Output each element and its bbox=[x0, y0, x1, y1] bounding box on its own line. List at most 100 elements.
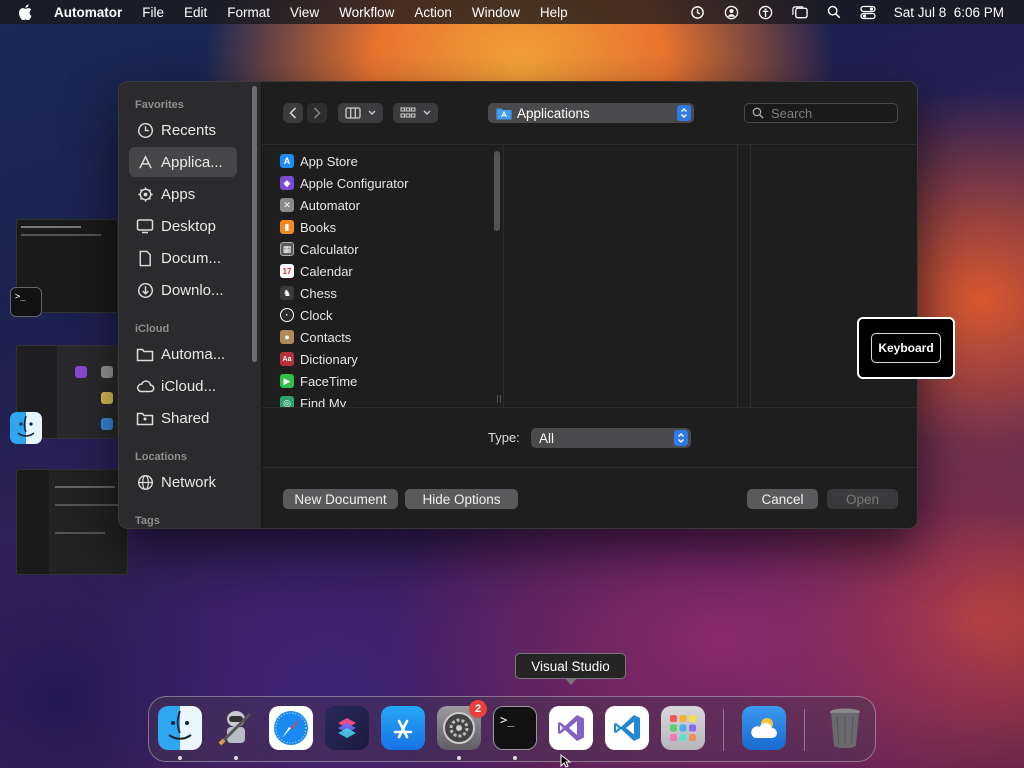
menu-clock[interactable]: Sat Jul 8 6:06 PM bbox=[894, 5, 1004, 20]
thumb-content-lines bbox=[21, 234, 101, 236]
search-field[interactable]: Search bbox=[744, 103, 898, 123]
sidebar-item-recents[interactable]: Recents bbox=[129, 115, 237, 145]
thumb-content-lines bbox=[55, 532, 105, 534]
forward-button[interactable] bbox=[307, 103, 327, 123]
dock-automator-icon[interactable] bbox=[214, 706, 258, 750]
sidebar-item-icloud-drive[interactable]: iCloud... bbox=[129, 371, 237, 401]
column-divider bbox=[737, 145, 738, 407]
sidebar-item-label: Automa... bbox=[161, 345, 226, 363]
dock-finder-icon[interactable] bbox=[158, 706, 202, 750]
column-view-button[interactable] bbox=[338, 103, 383, 123]
menu-format[interactable]: Format bbox=[217, 5, 280, 20]
sidebar-item-downloads[interactable]: Downlo... bbox=[129, 275, 237, 305]
type-popup[interactable]: All bbox=[531, 428, 691, 448]
stage-manager-icon[interactable] bbox=[792, 4, 808, 20]
sidebar-item-apps[interactable]: Apps bbox=[129, 179, 237, 209]
list-item-label: Contacts bbox=[300, 329, 352, 345]
thumb-icon bbox=[101, 392, 113, 404]
sidebar-item-network[interactable]: Network bbox=[129, 467, 237, 497]
list-item-apple-configurator[interactable]: ◆ Apple Configurator bbox=[262, 172, 499, 194]
menu-edit[interactable]: Edit bbox=[174, 5, 217, 20]
sidebar-scrollbar[interactable] bbox=[252, 86, 257, 362]
stage-terminal-app-icon[interactable]: >_ bbox=[10, 287, 42, 317]
open-file-dialog: Favorites Recents Applica... Apps Deskto… bbox=[118, 81, 918, 529]
menu-window[interactable]: Window bbox=[462, 5, 530, 20]
dock-terminal-icon[interactable]: >_ bbox=[493, 706, 537, 750]
time-machine-icon[interactable] bbox=[690, 4, 706, 20]
list-item-automator[interactable]: ✕ Automator bbox=[262, 194, 499, 216]
calendar-icon: 17 bbox=[280, 264, 294, 278]
open-button[interactable]: Open bbox=[827, 489, 898, 509]
back-button[interactable] bbox=[283, 103, 303, 123]
column-scrollbar[interactable] bbox=[494, 151, 500, 231]
type-label: Type: bbox=[488, 430, 520, 445]
list-item-label: Automator bbox=[300, 197, 360, 213]
running-indicator bbox=[513, 756, 517, 760]
thumb-icon bbox=[101, 366, 113, 378]
list-item-calculator[interactable]: ▦ Calculator bbox=[262, 238, 499, 260]
list-item-dictionary[interactable]: Aa Dictionary bbox=[262, 348, 499, 370]
sidebar-item-shared[interactable]: Shared bbox=[129, 403, 237, 433]
menu-bar: Automator File Edit Format View Workflow… bbox=[0, 0, 1024, 24]
user-account-icon[interactable] bbox=[724, 4, 740, 20]
dock: 2 >_ bbox=[148, 696, 876, 762]
menu-workflow[interactable]: Workflow bbox=[329, 5, 404, 20]
apple-menu-icon[interactable] bbox=[18, 4, 34, 20]
column-divider bbox=[750, 145, 751, 407]
new-document-button[interactable]: New Document bbox=[283, 489, 398, 509]
dock-system-settings-icon[interactable]: 2 bbox=[437, 700, 487, 750]
sidebar-item-label: Network bbox=[161, 473, 217, 491]
terminal-prompt-icon: >_ bbox=[500, 713, 515, 727]
dialog-sidebar: Favorites Recents Applica... Apps Deskto… bbox=[119, 82, 262, 528]
list-item-contacts[interactable]: ● Contacts bbox=[262, 326, 499, 348]
hide-options-button[interactable]: Hide Options bbox=[405, 489, 518, 509]
control-center-icon[interactable] bbox=[860, 4, 876, 20]
dock-app-store-icon[interactable] bbox=[381, 706, 425, 750]
accessibility-icon[interactable] bbox=[758, 4, 774, 20]
list-item-label: Chess bbox=[300, 285, 337, 301]
document-icon bbox=[135, 248, 155, 268]
list-item-clock[interactable]: · Clock bbox=[262, 304, 499, 326]
thumb-icon bbox=[101, 418, 113, 430]
facetime-icon: ▶ bbox=[280, 374, 294, 388]
sidebar-item-label: iCloud... bbox=[161, 377, 217, 395]
keyboard-hud-label: Keyboard bbox=[871, 333, 941, 363]
sidebar-item-label: Desktop bbox=[161, 217, 217, 235]
dock-launchpad-icon[interactable] bbox=[661, 706, 705, 750]
group-view-button[interactable] bbox=[393, 103, 438, 123]
chess-icon: ♞ bbox=[280, 286, 294, 300]
running-indicator bbox=[178, 756, 182, 760]
calculator-icon: ▦ bbox=[280, 242, 294, 256]
dock-visual-studio-icon[interactable] bbox=[549, 706, 593, 750]
cancel-button[interactable]: Cancel bbox=[747, 489, 818, 509]
list-item-label: Calculator bbox=[300, 241, 359, 257]
menu-help[interactable]: Help bbox=[530, 5, 578, 20]
spotlight-search-icon[interactable] bbox=[826, 4, 842, 20]
dock-weather-icon[interactable] bbox=[742, 706, 786, 750]
dock-vscode-icon[interactable] bbox=[605, 706, 649, 750]
dock-shortcuts-icon[interactable] bbox=[325, 706, 369, 750]
folder-icon bbox=[135, 344, 155, 364]
stage-finder-app-icon[interactable] bbox=[10, 412, 42, 444]
applications-column: A App Store ◆ Apple Configurator ✕ Autom… bbox=[262, 145, 499, 407]
sidebar-item-applications[interactable]: Applica... bbox=[129, 147, 237, 177]
menu-app-name[interactable]: Automator bbox=[46, 5, 132, 20]
sidebar-item-automator-folder[interactable]: Automa... bbox=[129, 339, 237, 369]
list-item-app-store[interactable]: A App Store bbox=[262, 150, 499, 172]
dock-trash-icon[interactable] bbox=[823, 706, 867, 750]
location-popup[interactable]: Applications bbox=[488, 103, 694, 123]
stage-thumb-document[interactable] bbox=[16, 469, 128, 575]
dock-safari-icon[interactable] bbox=[269, 706, 313, 750]
list-item-facetime[interactable]: ▶ FaceTime bbox=[262, 370, 499, 392]
sidebar-item-desktop[interactable]: Desktop bbox=[129, 211, 237, 241]
menu-view[interactable]: View bbox=[280, 5, 329, 20]
list-item-books[interactable]: ▮ Books bbox=[262, 216, 499, 238]
menu-file[interactable]: File bbox=[132, 5, 174, 20]
list-item-find-my[interactable]: ◎ Find My bbox=[262, 392, 499, 407]
menu-action[interactable]: Action bbox=[404, 5, 462, 20]
list-item-chess[interactable]: ♞ Chess bbox=[262, 282, 499, 304]
column-resize-handle[interactable] bbox=[497, 395, 501, 403]
list-item-calendar[interactable]: 17 Calendar bbox=[262, 260, 499, 282]
sidebar-item-documents[interactable]: Docum... bbox=[129, 243, 237, 273]
sidebar-item-label: Docum... bbox=[161, 249, 222, 267]
